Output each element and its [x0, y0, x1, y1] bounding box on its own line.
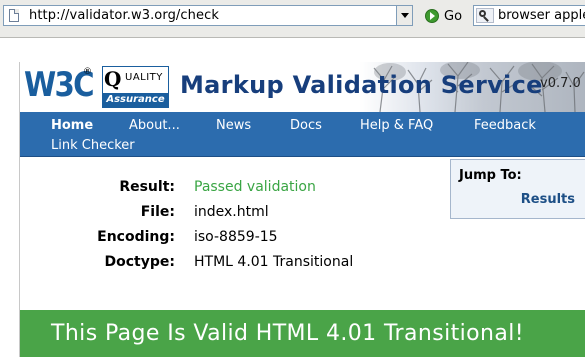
- quality-assurance-logo[interactable]: Q UALITY Assurance: [102, 66, 169, 108]
- result-label: Result:: [119, 179, 175, 195]
- main-nav: Home About... News Docs Help & FAQ Feedb…: [20, 112, 585, 157]
- w3c-registered-mark: ®: [83, 67, 92, 77]
- go-button[interactable]: Go: [423, 6, 465, 26]
- nav-item-feedback[interactable]: Feedback: [474, 118, 536, 133]
- file-row: File: index.html: [20, 204, 420, 226]
- nav-item-link-checker[interactable]: Link Checker: [51, 138, 135, 153]
- qa-logo-q: Q: [104, 67, 122, 91]
- result-value: Passed validation: [194, 179, 316, 195]
- page-title: Markup Validation Service: [180, 71, 543, 99]
- jump-to-title: Jump To:: [459, 168, 522, 183]
- search-box[interactable]: browser apple: [473, 5, 585, 26]
- result-row: Result: Passed validation: [20, 179, 420, 201]
- nav-item-docs[interactable]: Docs: [290, 118, 322, 133]
- jump-to-panel: Jump To: Results: [450, 159, 585, 219]
- url-bar[interactable]: http://validator.w3.org/check: [3, 5, 413, 26]
- nav-item-about[interactable]: About...: [129, 118, 180, 133]
- encoding-row: Encoding: iso-8859-15: [20, 229, 420, 251]
- doctype-value: HTML 4.01 Transitional: [194, 254, 354, 270]
- go-label: Go: [444, 9, 463, 24]
- browser-toolbar: http://validator.w3.org/check Go browser…: [0, 0, 585, 38]
- qa-logo-quality: UALITY: [125, 72, 163, 83]
- url-dropdown-button[interactable]: [396, 5, 413, 26]
- valid-message-banner: This Page Is Valid HTML 4.01 Transitiona…: [20, 310, 585, 357]
- search-icon[interactable]: [476, 8, 494, 23]
- version-label: v0.7.0: [540, 76, 581, 91]
- page-icon: [9, 9, 19, 22]
- nav-item-home[interactable]: Home: [51, 118, 93, 133]
- doctype-row: Doctype: HTML 4.01 Transitional: [20, 254, 420, 276]
- encoding-value: iso-8859-15: [194, 229, 278, 245]
- file-value: index.html: [194, 204, 269, 220]
- page-content: W3C ® Q UALITY Assurance Markup Validati…: [19, 62, 585, 357]
- header-banner: W3C ® Q UALITY Assurance Markup Validati…: [20, 62, 585, 112]
- jump-results-link[interactable]: Results: [521, 192, 575, 207]
- nav-item-help-faq[interactable]: Help & FAQ: [360, 118, 433, 133]
- encoding-label: Encoding:: [97, 229, 175, 245]
- browser-window: http://validator.w3.org/check Go browser…: [0, 0, 585, 357]
- doctype-label: Doctype:: [104, 254, 175, 270]
- qa-logo-assurance: Assurance: [103, 93, 168, 107]
- go-arrow-icon: [425, 9, 439, 23]
- nav-item-news[interactable]: News: [216, 118, 251, 133]
- search-text[interactable]: browser apple: [498, 8, 585, 23]
- url-text[interactable]: http://validator.w3.org/check: [29, 8, 219, 23]
- file-label: File:: [140, 204, 175, 220]
